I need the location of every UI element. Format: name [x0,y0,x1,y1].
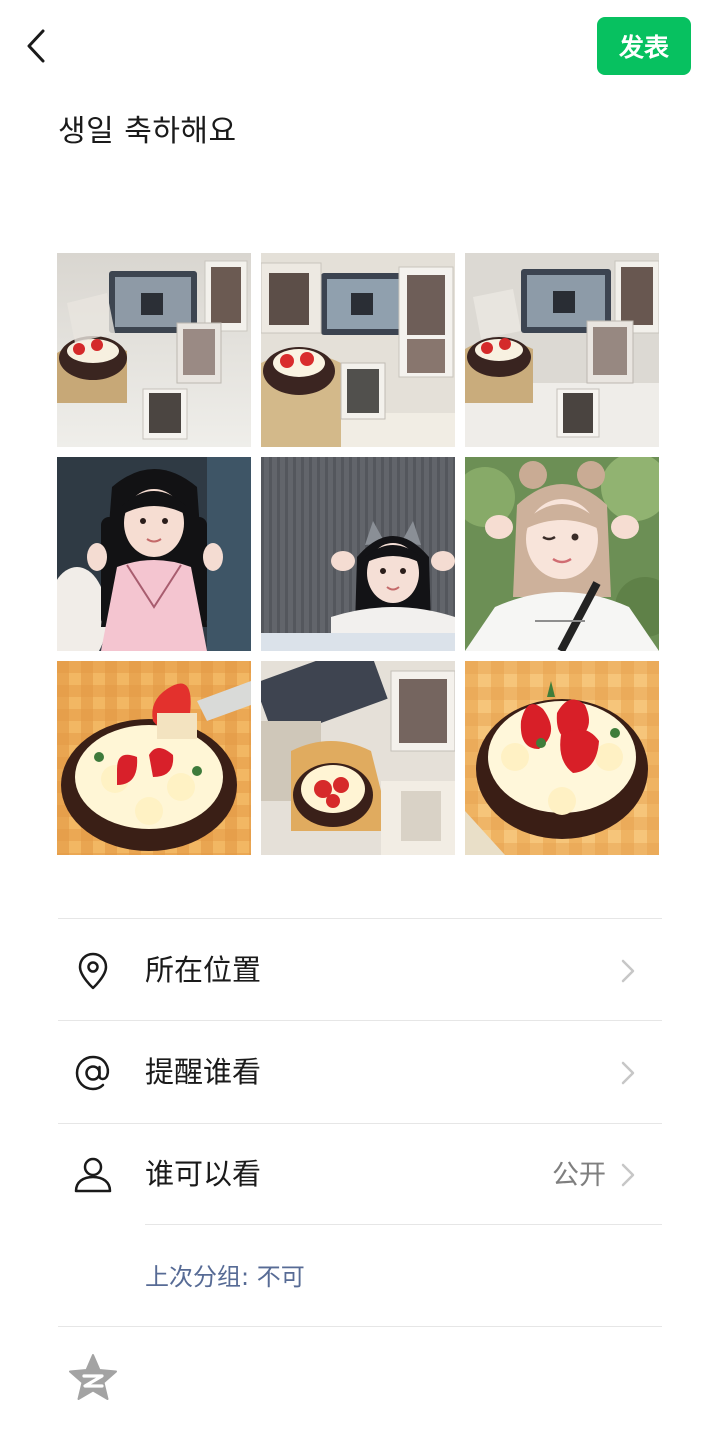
chevron-right-icon [621,959,635,983]
visibility-row[interactable]: 谁可以看 公开 [58,1124,662,1224]
qzone-sync-button[interactable] [66,1352,120,1406]
photo-grid [57,253,659,855]
chevron-right-icon [621,1163,635,1187]
chevron-right-icon [621,1061,635,1085]
location-row[interactable]: 所在位置 [58,920,662,1020]
qzone-star-icon [69,1354,117,1400]
photo-image [261,661,455,855]
photo-image [465,661,659,855]
divider [58,1326,662,1327]
person-icon [74,1157,112,1193]
photo-thumbnail[interactable] [261,661,455,855]
photo-image [261,457,455,651]
photo-image [57,457,251,651]
photo-image [465,457,659,651]
photo-image [57,253,251,447]
photo-image [57,661,251,855]
photo-thumbnail[interactable] [57,661,251,855]
chevron-left-icon [27,29,45,63]
location-label: 所在位置 [145,953,262,987]
mention-label: 提醒谁看 [145,1055,262,1089]
photo-image [261,253,455,447]
publish-button[interactable]: 发表 [597,17,691,75]
visibility-value: 公开 [552,1160,606,1191]
visibility-label: 谁可以看 [145,1157,262,1191]
divider [58,918,662,919]
post-text-input[interactable]: 생일 축하해요 [58,106,237,150]
photo-thumbnail[interactable] [465,253,659,447]
last-group-link[interactable]: 上次分组: 不可 [145,1259,305,1295]
back-button[interactable] [14,24,58,68]
photo-thumbnail[interactable] [465,661,659,855]
photo-image [465,253,659,447]
photo-thumbnail[interactable] [261,457,455,651]
photo-thumbnail[interactable] [57,457,251,651]
photo-thumbnail[interactable] [261,253,455,447]
location-pin-icon [78,952,108,990]
at-icon [75,1055,110,1091]
divider [145,1224,662,1225]
photo-thumbnail[interactable] [57,253,251,447]
divider [58,1020,662,1021]
mention-row[interactable]: 提醒谁看 [58,1022,662,1122]
photo-thumbnail[interactable] [465,457,659,651]
